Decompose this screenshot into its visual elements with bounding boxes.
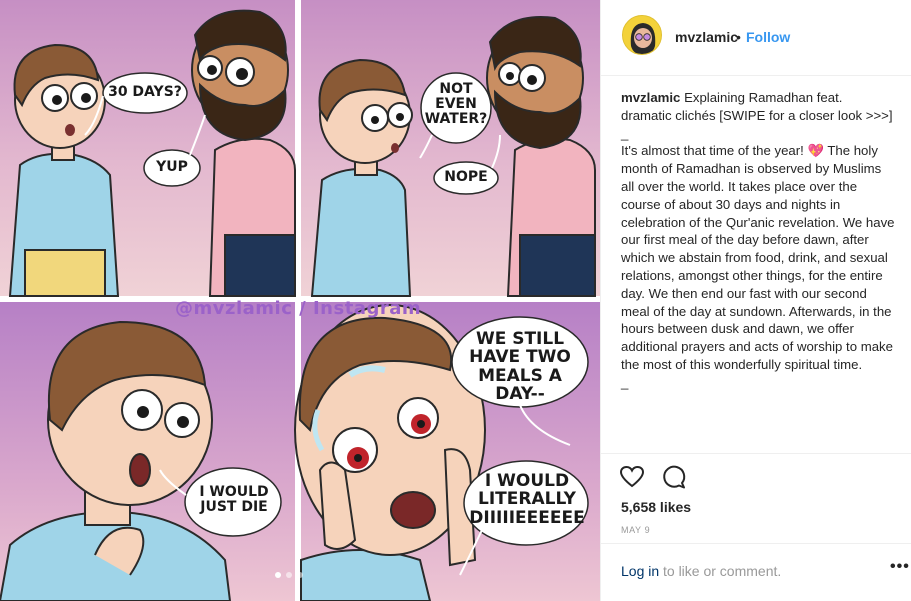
avatar[interactable] <box>622 15 662 55</box>
follow-button[interactable]: Follow <box>746 29 790 45</box>
heart-icon[interactable] <box>619 464 645 490</box>
bubble-not-even-water: NOT EVEN WATER? <box>424 81 488 128</box>
post-header: mvzlamic • Follow <box>601 0 911 76</box>
caption-username[interactable]: mvzlamic <box>621 90 680 105</box>
avatar-illustration <box>623 16 661 54</box>
post-sidebar: mvzlamic • Follow mvzlamic Explaining Ra… <box>600 0 911 601</box>
post-caption: mvzlamic Explaining Ramadhan feat. drama… <box>621 89 896 392</box>
carousel-dot[interactable] <box>275 572 281 578</box>
post-image[interactable]: 30 DAYS? YUP NOT EVEN WATER? NOPE I WOUL… <box>0 0 600 601</box>
carousel-dot[interactable] <box>286 572 292 578</box>
header-username[interactable]: mvzlamic <box>675 29 738 45</box>
carousel-dot[interactable] <box>297 572 303 578</box>
bubble-yup: YUP <box>156 159 188 175</box>
more-options-icon[interactable]: ••• <box>890 558 910 576</box>
comment-login-row: Log in to like or comment. ••• <box>601 543 911 601</box>
caption-divider: _ <box>621 374 629 390</box>
carousel-indicator[interactable] <box>275 572 303 578</box>
login-hint: to like or comment. <box>663 563 782 579</box>
caption-body: It's almost that time of the year! 💖 The… <box>621 143 895 372</box>
login-link[interactable]: Log in <box>621 563 659 579</box>
header-separator: • <box>736 29 741 45</box>
bubble-would-just-die: I WOULD JUST DIE <box>199 484 269 516</box>
post-actions: 5,658 likes MAY 9 <box>601 453 911 543</box>
caption-divider: _ <box>621 125 629 141</box>
bubble-two-meals: WE STILL HAVE TWO MEALS A DAY-- <box>469 329 571 405</box>
likes-count[interactable]: 5,658 likes <box>621 499 691 515</box>
caption-intro: mvzlamic Explaining Ramadhan feat. drama… <box>621 89 896 125</box>
instagram-post: 30 DAYS? YUP NOT EVEN WATER? NOPE I WOUL… <box>0 0 911 601</box>
bubble-literally-die: I WOULD LITERALLY DIIIIIEEEEEE <box>469 471 585 528</box>
bubble-30-days: 30 DAYS? <box>108 84 182 100</box>
watermark: @mvzlamic / Instagram <box>175 298 422 319</box>
bubble-nope: NOPE <box>444 169 488 185</box>
post-date[interactable]: MAY 9 <box>621 525 650 535</box>
comment-icon[interactable] <box>661 464 687 490</box>
